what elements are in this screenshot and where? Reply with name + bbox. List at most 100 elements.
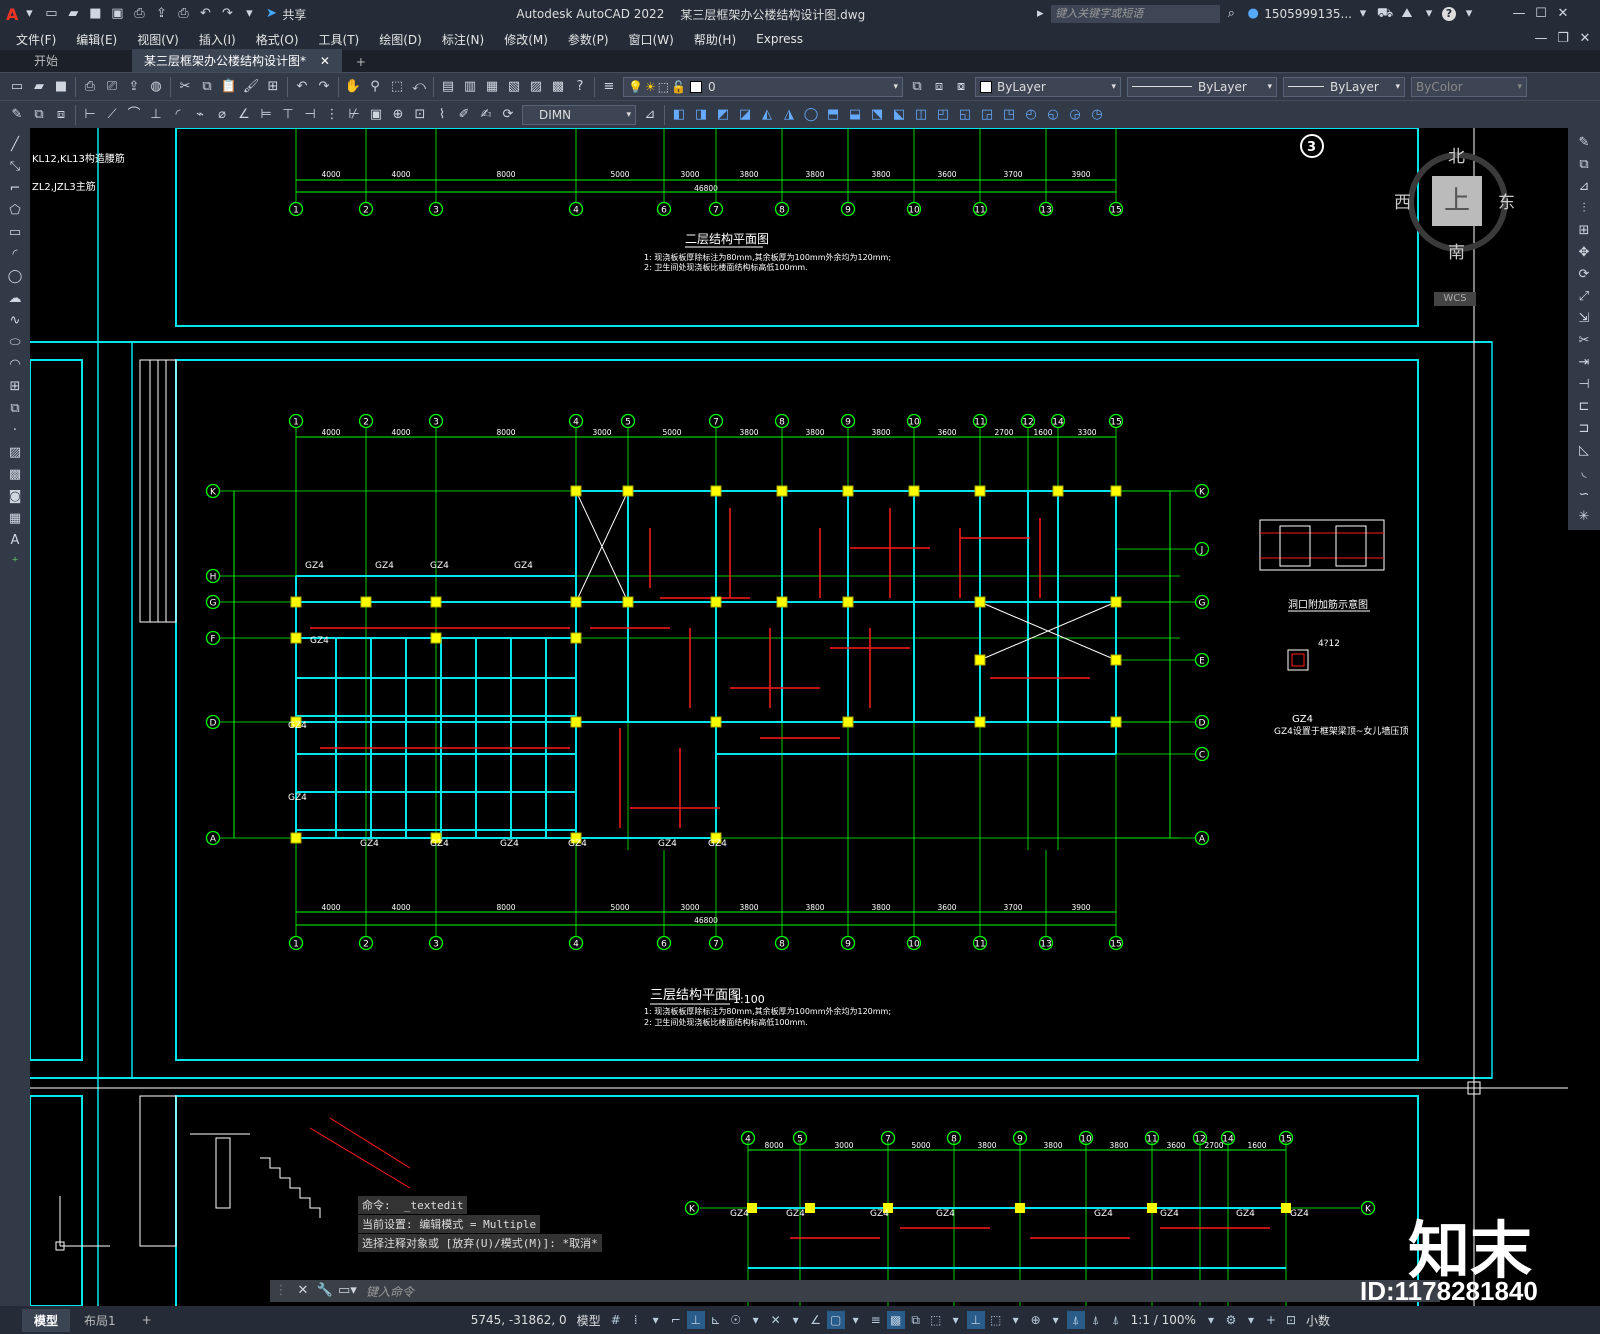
move-icon[interactable]: ✥ [1575,244,1593,262]
plot-icon[interactable]: ⎙ [174,5,192,23]
save-drawing-icon[interactable]: ■ [52,78,70,96]
sheet-set-icon[interactable]: ▧ [505,78,523,96]
cylinder-icon[interactable]: ◨ [692,106,710,124]
selection-filter-icon[interactable]: ⬚ [987,1311,1005,1329]
menu-insert[interactable]: 插入(I) [189,31,246,48]
make-block-icon[interactable]: ⧉ [6,400,24,418]
sweep-icon[interactable]: ⬔ [868,106,886,124]
save-icon[interactable]: ■ [86,5,104,23]
layer-dropdown[interactable]: 💡 ☀ ⬚ 🔓 0 ▾ [623,76,903,97]
autodesk-account-icon[interactable]: ⛰ [1398,5,1416,23]
continue-icon[interactable]: ⊣ [301,106,319,124]
command-close-icon[interactable]: ✕ [294,1282,312,1300]
minimize-icon[interactable]: — [1510,5,1528,23]
table-icon[interactable]: ▦ [6,510,24,528]
command-recent-icon[interactable]: ▭▾ [338,1282,357,1300]
hatch-icon[interactable]: ▨ [6,444,24,462]
user-icon[interactable]: ● [1244,5,1262,23]
command-customize-icon[interactable]: 🔧 [316,1282,334,1300]
revolve-icon[interactable]: ⬓ [846,106,864,124]
linear-dim-icon[interactable]: ⊢ [81,106,99,124]
3d-osnap-icon[interactable]: ⬚ [927,1311,945,1329]
region-icon[interactable]: ◙ [6,488,24,506]
line-icon[interactable]: ╱ [6,136,24,154]
subtract-icon[interactable]: ◰ [934,106,952,124]
extrude-icon[interactable]: ⬒ [824,106,842,124]
layer-previous-icon[interactable]: ⧈ [930,78,948,96]
zoom-previous-icon[interactable]: ⤺ [410,78,428,96]
help-icon[interactable]: ? [1442,7,1456,21]
menu-draw[interactable]: 绘图(D) [369,31,432,48]
ellipse-arc-icon[interactable]: ◠ [6,356,24,374]
markup-icon[interactable]: ▨ [527,78,545,96]
dim-text-edit-icon[interactable]: ✍ [477,106,495,124]
viewcube-west[interactable]: 西 [1394,188,1411,213]
revcloud-icon[interactable]: ☁ [6,290,24,308]
layer-states-icon[interactable]: ⧇ [952,78,970,96]
join-icon[interactable]: ⊐ [1575,420,1593,438]
new-tab-button[interactable]: + [344,52,378,72]
dim-style-icon[interactable]: ⊿ [641,106,659,124]
ortho-icon[interactable]: ⊾ [707,1311,725,1329]
help-dropdown-icon[interactable]: ▾ [1460,5,1478,23]
calculator-icon[interactable]: ▩ [549,78,567,96]
user-account[interactable]: 1505999135... [1264,7,1352,21]
loft-icon[interactable]: ⬕ [890,106,908,124]
break-at-point-icon[interactable]: ⊣ [1575,376,1593,394]
section-icon[interactable]: ◳ [1000,106,1018,124]
menu-express[interactable]: Express [746,32,813,46]
open-icon[interactable]: ▰ [64,5,82,23]
space-icon[interactable]: ⋮ [323,106,341,124]
offset-icon[interactable]: ⫶ [1575,200,1593,218]
arc-length-icon[interactable]: ⌒ [125,106,143,124]
jogged-icon[interactable]: ⌁ [191,106,209,124]
doc-close-icon[interactable]: ✕ [1576,30,1594,48]
thicken-icon[interactable]: ◶ [1066,106,1084,124]
convert-icon[interactable]: ◷ [1088,106,1106,124]
insert-block-icon[interactable]: ⊞ [6,378,24,396]
design-center-icon[interactable]: ▥ [461,78,479,96]
erase-icon[interactable]: ✎ [1575,134,1593,152]
open-drawing-icon[interactable]: ▰ [30,78,48,96]
menu-help[interactable]: 帮助(H) [684,31,746,48]
annotation-visibility-icon[interactable]: ⍋ [1066,1311,1085,1329]
doc-minimize-icon[interactable]: — [1532,30,1550,48]
menu-modify[interactable]: 修改(M) [494,31,558,48]
dropdown-icon[interactable]: ▾ [1047,1311,1065,1329]
inspect-icon[interactable]: ⊡ [411,106,429,124]
intersect-icon[interactable]: ◱ [956,106,974,124]
qat-dropdown-icon[interactable]: ▾ [240,5,258,23]
flatshot-icon[interactable]: ◴ [1022,106,1040,124]
quick-dim-icon[interactable]: ⊨ [257,106,275,124]
maximize-icon[interactable]: ☐ [1532,5,1550,23]
box-icon[interactable]: ◧ [670,106,688,124]
dropdown-icon[interactable]: ▾ [1202,1311,1220,1329]
sphere-icon[interactable]: ◪ [736,106,754,124]
infer-icon[interactable]: ⌐ [667,1311,685,1329]
spline-icon[interactable]: ∿ [6,312,24,330]
auto-scale-icon[interactable]: ⍋ [1087,1311,1105,1329]
redo-tool-icon[interactable]: ↷ [315,78,333,96]
polar-icon[interactable]: ☉ [727,1311,745,1329]
viewcube-top-face[interactable]: 上 [1432,176,1482,226]
layer-iso-icon[interactable]: ⧈ [52,106,70,124]
dropdown-icon[interactable]: ▾ [1242,1311,1260,1329]
gizmo-icon[interactable]: ⊕ [1027,1311,1045,1329]
chamfer-icon[interactable]: ◺ [1575,442,1593,460]
workspace-gear-icon[interactable]: ⚙ [1222,1311,1240,1329]
dropdown-icon[interactable]: ▾ [1007,1311,1025,1329]
cone-icon[interactable]: ◩ [714,106,732,124]
search-expand-icon[interactable]: ▸ [1031,5,1049,23]
tab-close-icon[interactable]: ✕ [320,54,330,68]
help-tool-icon[interactable]: ? [571,78,589,96]
tolerance-icon[interactable]: ▣ [367,106,385,124]
isodraft-icon[interactable]: ✕ [767,1311,785,1329]
plotstyle-dropdown[interactable]: ByColor ▾ [1411,76,1527,97]
angular-icon[interactable]: ∠ [235,106,253,124]
new-icon[interactable]: ▭ [42,5,60,23]
close-icon[interactable]: ✕ [1554,5,1572,23]
make-current-layer-icon[interactable]: ⧉ [908,78,926,96]
viewcube-south[interactable]: 南 [1448,238,1465,263]
undo-tool-icon[interactable]: ↶ [293,78,311,96]
dropdown-icon[interactable]: ▾ [947,1311,965,1329]
